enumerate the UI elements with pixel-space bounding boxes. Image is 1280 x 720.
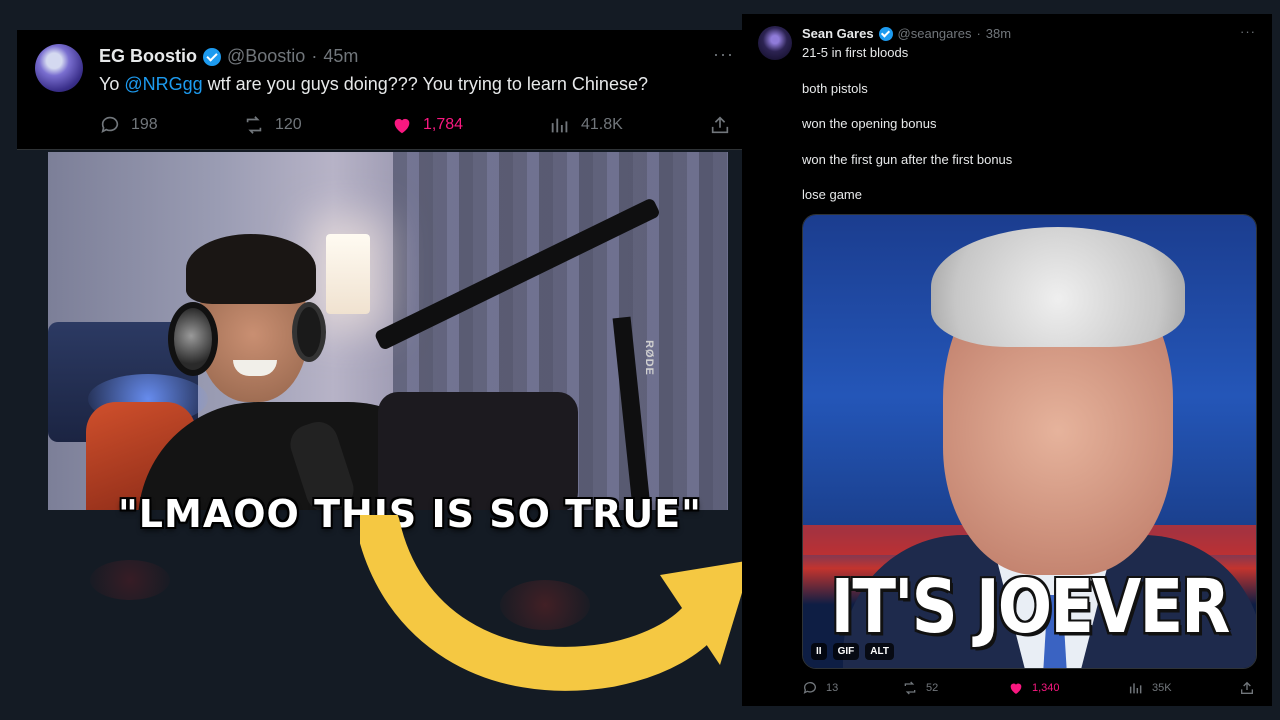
- repost-button[interactable]: 52: [902, 680, 938, 696]
- more-options-icon[interactable]: ···: [713, 44, 734, 65]
- mic-brand-label: RØDE: [642, 340, 655, 376]
- reply-button[interactable]: 13: [802, 680, 838, 696]
- repost-icon: [246, 116, 262, 134]
- analytics-icon: [551, 118, 568, 133]
- tweet-actions: 13 52 1,340 35K: [802, 680, 1257, 700]
- tweet-text-line: won the first gun after the first bonus: [802, 152, 1013, 167]
- repost-icon: [904, 681, 916, 695]
- pause-button[interactable]: II: [811, 643, 827, 660]
- handle[interactable]: @Boostio: [227, 46, 305, 67]
- mention-link[interactable]: @NRGgg: [124, 74, 202, 94]
- separator-dot: ·: [311, 46, 318, 66]
- heart-icon: [1010, 683, 1022, 694]
- separator-dot: ·: [976, 26, 981, 41]
- tweet-header: EG Boostio @Boostio · 45m: [99, 46, 358, 67]
- left-tweet-card[interactable]: EG Boostio @Boostio · 45m ··· Yo @NRGgg …: [17, 30, 742, 150]
- more-options-icon[interactable]: ···: [1240, 24, 1256, 39]
- reply-icon: [803, 682, 816, 694]
- view-count: 41.8K: [581, 116, 623, 133]
- like-button[interactable]: 1,340: [1008, 680, 1060, 696]
- headphone-cup-right: [292, 302, 326, 362]
- lamp: [326, 234, 370, 314]
- repost-count: 52: [926, 682, 939, 694]
- gif-controls: II GIF ALT: [811, 643, 894, 660]
- gif-badge: GIF: [832, 643, 860, 660]
- tweet-text: Yo @NRGgg wtf are you guys doing??? You …: [99, 74, 648, 95]
- reply-button[interactable]: 198: [99, 114, 158, 136]
- share-button[interactable]: [709, 114, 731, 136]
- tweet-text-line: won the opening bonus: [802, 116, 937, 131]
- verified-badge-icon: [878, 26, 893, 41]
- timestamp[interactable]: 38m: [986, 26, 1011, 41]
- reply-count: 13: [826, 682, 839, 694]
- gif-media[interactable]: IT'S JOEVER II GIF ALT: [802, 214, 1257, 669]
- background-glow: [90, 560, 170, 600]
- avatar[interactable]: [758, 26, 792, 60]
- repost-count: 120: [275, 116, 302, 133]
- share-icon: [1241, 681, 1253, 694]
- verified-badge-icon: [203, 47, 221, 66]
- like-button[interactable]: 1,784: [391, 114, 463, 136]
- tweet-text-suffix: wtf are you guys doing??? You trying to …: [202, 74, 648, 94]
- reply-icon: [101, 116, 119, 133]
- share-icon: [711, 116, 729, 134]
- right-tweet-card[interactable]: Sean Gares @seangares · 38m ··· 21-5 in …: [742, 14, 1272, 706]
- headphone-cup-left: [168, 302, 218, 376]
- views-button[interactable]: 35K: [1128, 680, 1172, 696]
- tweet-header: Sean Gares @seangares · 38m: [802, 26, 1011, 41]
- analytics-icon: [1129, 683, 1142, 694]
- streamer-hair: [186, 234, 316, 304]
- gif-caption: IT'S JOEVER: [830, 565, 1231, 651]
- like-count: 1,340: [1032, 682, 1060, 694]
- repost-button[interactable]: 120: [243, 114, 302, 136]
- handle[interactable]: @seangares: [898, 26, 972, 41]
- display-name[interactable]: EG Boostio: [99, 46, 197, 67]
- heart-icon: [394, 118, 410, 134]
- tweet-text-prefix: Yo: [99, 74, 125, 94]
- view-count: 35K: [1152, 682, 1172, 694]
- avatar[interactable]: [35, 44, 83, 92]
- alt-text-button[interactable]: ALT: [865, 643, 894, 660]
- tweet-text-line: 21-5 in first bloods: [802, 45, 909, 60]
- tweet-text-line: both pistols: [802, 81, 868, 96]
- gif-hair: [931, 227, 1185, 347]
- yellow-arrow-icon: [360, 515, 752, 691]
- streamer-webcam-image: RØDE: [48, 152, 728, 510]
- tweet-text-line: lose game: [802, 187, 862, 202]
- reply-count: 198: [131, 116, 158, 133]
- share-button[interactable]: [1239, 680, 1255, 696]
- timestamp[interactable]: 45m: [323, 46, 358, 67]
- tweet-actions: 198 120 1,784 41.8K: [99, 114, 729, 138]
- display-name[interactable]: Sean Gares: [802, 26, 874, 41]
- like-count: 1,784: [423, 116, 464, 133]
- views-button[interactable]: 41.8K: [549, 114, 623, 136]
